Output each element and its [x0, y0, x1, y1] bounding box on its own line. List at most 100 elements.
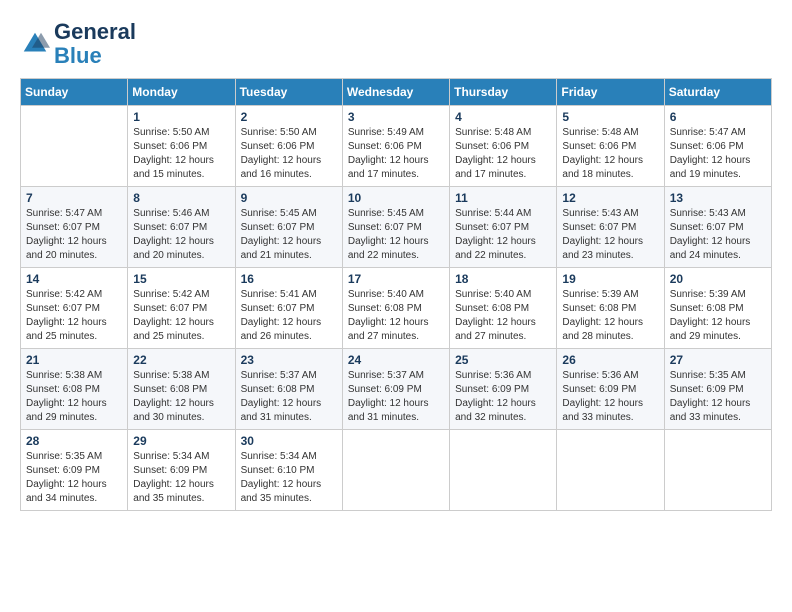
day-number: 12 — [562, 191, 658, 205]
day-info: Sunrise: 5:45 AM Sunset: 6:07 PM Dayligh… — [241, 207, 337, 263]
day-info: Sunrise: 5:45 AM Sunset: 6:07 PM Dayligh… — [348, 207, 444, 263]
calendar-cell: 20Sunrise: 5:39 AM Sunset: 6:08 PM Dayli… — [664, 268, 771, 349]
day-info: Sunrise: 5:50 AM Sunset: 6:06 PM Dayligh… — [133, 126, 229, 182]
calendar-cell: 17 Sunrise: 5:40 AM Sunset: 6:08 PM Dayli… — [342, 268, 449, 349]
day-number: 1 — [133, 110, 229, 124]
calendar-table: SundayMondayTuesdayWednesdayThursdayFrid… — [20, 78, 772, 511]
day-info: Sunrise: 5:41 AM Sunset: 6:07 PM Dayligh… — [241, 288, 337, 344]
day-info: Sunrise: 5:49 AM Sunset: 6:06 PM Dayligh… — [348, 126, 444, 182]
day-info: Sunrise: 5:39 AM Sunset: 6:08 PM Dayligh… — [562, 288, 658, 344]
calendar-cell: 4 Sunrise: 5:48 AM Sunset: 6:06 PM Daylig… — [450, 106, 557, 187]
day-number: 8 — [133, 191, 229, 205]
day-number: 2 — [241, 110, 337, 124]
day-number: 19 — [562, 272, 658, 286]
day-info: Sunrise: 5:36 AM Sunset: 6:09 PM Dayligh… — [562, 369, 658, 425]
calendar-cell: 5 Sunrise: 5:48 AM Sunset: 6:06 PM Daylig… — [557, 106, 664, 187]
calendar-cell — [450, 430, 557, 511]
day-info: Sunrise: 5:37 AM Sunset: 6:08 PM Dayligh… — [241, 369, 337, 425]
day-info: Sunrise: 5:50 AM Sunset: 6:06 PM Dayligh… — [241, 126, 337, 182]
calendar-header-row: SundayMondayTuesdayWednesdayThursdayFrid… — [21, 79, 772, 106]
weekday-header-sunday: Sunday — [21, 79, 128, 106]
calendar-cell: 14 Sunrise: 5:42 AM Sunset: 6:07 PM Dayli… — [21, 268, 128, 349]
calendar-cell: 26 Sunrise: 5:36 AM Sunset: 6:09 PM Dayli… — [557, 349, 664, 430]
calendar-cell: 27Sunrise: 5:35 AM Sunset: 6:09 PM Dayli… — [664, 349, 771, 430]
day-number: 15 — [133, 272, 229, 286]
page-header: General Blue — [20, 20, 772, 68]
day-info: Sunrise: 5:48 AM Sunset: 6:06 PM Dayligh… — [455, 126, 551, 182]
calendar-body: 1 Sunrise: 5:50 AM Sunset: 6:06 PM Daylig… — [21, 106, 772, 511]
logo: General Blue — [20, 20, 136, 68]
day-info: Sunrise: 5:34 AM Sunset: 6:09 PM Dayligh… — [133, 450, 229, 506]
day-number: 30 — [241, 434, 337, 448]
calendar-cell: 15Sunrise: 5:42 AM Sunset: 6:07 PM Dayli… — [128, 268, 235, 349]
calendar-cell: 9Sunrise: 5:45 AM Sunset: 6:07 PM Daylig… — [235, 187, 342, 268]
weekday-header-thursday: Thursday — [450, 79, 557, 106]
calendar-cell: 19 Sunrise: 5:39 AM Sunset: 6:08 PM Dayli… — [557, 268, 664, 349]
calendar-cell: 22 Sunrise: 5:38 AM Sunset: 6:08 PM Dayli… — [128, 349, 235, 430]
day-number: 14 — [26, 272, 122, 286]
calendar-cell: 12 Sunrise: 5:43 AM Sunset: 6:07 PM Dayli… — [557, 187, 664, 268]
calendar-cell: 18Sunrise: 5:40 AM Sunset: 6:08 PM Dayli… — [450, 268, 557, 349]
day-number: 3 — [348, 110, 444, 124]
calendar-cell: 7 Sunrise: 5:47 AM Sunset: 6:07 PM Daylig… — [21, 187, 128, 268]
day-number: 13 — [670, 191, 766, 205]
day-info: Sunrise: 5:43 AM Sunset: 6:07 PM Dayligh… — [670, 207, 766, 263]
day-number: 4 — [455, 110, 551, 124]
day-number: 6 — [670, 110, 766, 124]
day-number: 24 — [348, 353, 444, 367]
calendar-week-row: 21 Sunrise: 5:38 AM Sunset: 6:08 PM Dayli… — [21, 349, 772, 430]
calendar-week-row: 28Sunrise: 5:35 AM Sunset: 6:09 PM Dayli… — [21, 430, 772, 511]
day-number: 10 — [348, 191, 444, 205]
calendar-cell — [664, 430, 771, 511]
logo-text: General Blue — [54, 20, 136, 68]
day-info: Sunrise: 5:38 AM Sunset: 6:08 PM Dayligh… — [26, 369, 122, 425]
day-number: 7 — [26, 191, 122, 205]
calendar-cell: 23 Sunrise: 5:37 AM Sunset: 6:08 PM Dayli… — [235, 349, 342, 430]
calendar-cell: 13 Sunrise: 5:43 AM Sunset: 6:07 PM Dayli… — [664, 187, 771, 268]
day-info: Sunrise: 5:35 AM Sunset: 6:09 PM Dayligh… — [670, 369, 766, 425]
weekday-header-tuesday: Tuesday — [235, 79, 342, 106]
day-info: Sunrise: 5:42 AM Sunset: 6:07 PM Dayligh… — [26, 288, 122, 344]
calendar-cell: 25 Sunrise: 5:36 AM Sunset: 6:09 PM Dayli… — [450, 349, 557, 430]
day-info: Sunrise: 5:37 AM Sunset: 6:09 PM Dayligh… — [348, 369, 444, 425]
calendar-cell — [342, 430, 449, 511]
day-number: 20 — [670, 272, 766, 286]
logo-icon — [20, 29, 50, 59]
calendar-cell: 21 Sunrise: 5:38 AM Sunset: 6:08 PM Dayli… — [21, 349, 128, 430]
day-info: Sunrise: 5:36 AM Sunset: 6:09 PM Dayligh… — [455, 369, 551, 425]
calendar-cell: 24 Sunrise: 5:37 AM Sunset: 6:09 PM Dayli… — [342, 349, 449, 430]
day-number: 23 — [241, 353, 337, 367]
calendar-cell: 1 Sunrise: 5:50 AM Sunset: 6:06 PM Daylig… — [128, 106, 235, 187]
calendar-cell: 11 Sunrise: 5:44 AM Sunset: 6:07 PM Dayli… — [450, 187, 557, 268]
calendar-cell: 16Sunrise: 5:41 AM Sunset: 6:07 PM Dayli… — [235, 268, 342, 349]
calendar-cell: 3 Sunrise: 5:49 AM Sunset: 6:06 PM Daylig… — [342, 106, 449, 187]
calendar-cell: 2 Sunrise: 5:50 AM Sunset: 6:06 PM Daylig… — [235, 106, 342, 187]
day-number: 22 — [133, 353, 229, 367]
calendar-week-row: 1 Sunrise: 5:50 AM Sunset: 6:06 PM Daylig… — [21, 106, 772, 187]
day-info: Sunrise: 5:38 AM Sunset: 6:08 PM Dayligh… — [133, 369, 229, 425]
calendar-cell: 28Sunrise: 5:35 AM Sunset: 6:09 PM Dayli… — [21, 430, 128, 511]
day-number: 5 — [562, 110, 658, 124]
day-info: Sunrise: 5:40 AM Sunset: 6:08 PM Dayligh… — [348, 288, 444, 344]
calendar-week-row: 14 Sunrise: 5:42 AM Sunset: 6:07 PM Dayli… — [21, 268, 772, 349]
day-info: Sunrise: 5:43 AM Sunset: 6:07 PM Dayligh… — [562, 207, 658, 263]
day-number: 11 — [455, 191, 551, 205]
weekday-header-friday: Friday — [557, 79, 664, 106]
calendar-cell: 10 Sunrise: 5:45 AM Sunset: 6:07 PM Dayli… — [342, 187, 449, 268]
calendar-cell — [21, 106, 128, 187]
day-info: Sunrise: 5:46 AM Sunset: 6:07 PM Dayligh… — [133, 207, 229, 263]
day-number: 25 — [455, 353, 551, 367]
day-number: 17 — [348, 272, 444, 286]
weekday-header-monday: Monday — [128, 79, 235, 106]
day-info: Sunrise: 5:44 AM Sunset: 6:07 PM Dayligh… — [455, 207, 551, 263]
day-number: 29 — [133, 434, 229, 448]
day-info: Sunrise: 5:35 AM Sunset: 6:09 PM Dayligh… — [26, 450, 122, 506]
day-info: Sunrise: 5:47 AM Sunset: 6:07 PM Dayligh… — [26, 207, 122, 263]
day-number: 26 — [562, 353, 658, 367]
day-number: 18 — [455, 272, 551, 286]
day-number: 21 — [26, 353, 122, 367]
calendar-cell — [557, 430, 664, 511]
calendar-cell: 6Sunrise: 5:47 AM Sunset: 6:06 PM Daylig… — [664, 106, 771, 187]
calendar-cell: 8 Sunrise: 5:46 AM Sunset: 6:07 PM Daylig… — [128, 187, 235, 268]
day-info: Sunrise: 5:48 AM Sunset: 6:06 PM Dayligh… — [562, 126, 658, 182]
